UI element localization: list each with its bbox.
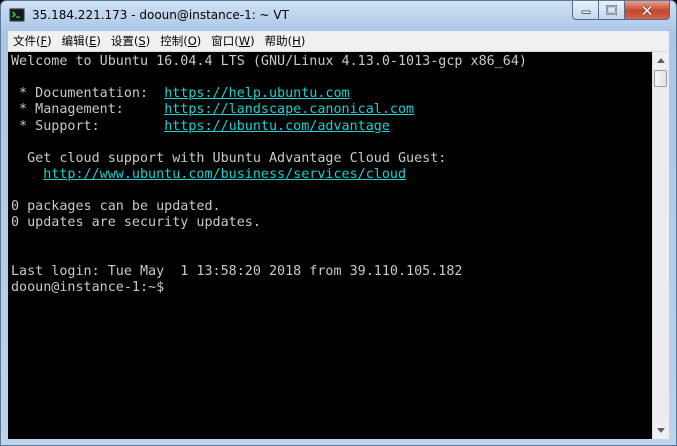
window-title: 35.184.221.173 - dooun@instance-1: ~ VT (32, 8, 289, 22)
close-icon (641, 4, 653, 16)
menu-edit-label: 编辑( (61, 34, 90, 48)
menu-file[interactable]: 文件(F) (8, 32, 57, 50)
menu-help-suffix: ) (300, 34, 306, 48)
scrollbar-thumb[interactable] (654, 70, 667, 87)
mgmt-label: * Management: (11, 102, 165, 118)
vertical-scrollbar[interactable] (652, 52, 669, 439)
menu-control-suffix: ) (196, 34, 202, 48)
window-controls (572, 1, 670, 21)
welcome-line: Welcome to Ubuntu 16.04.4 LTS (GNU/Linux… (11, 54, 527, 69)
menu-control[interactable]: 控制(O) (155, 32, 206, 50)
maximize-icon (606, 5, 617, 15)
cloud-link[interactable]: http://www.ubuntu.com/business/services/… (43, 167, 406, 182)
menu-edit-suffix: ) (96, 34, 101, 48)
maximize-button[interactable] (599, 1, 625, 20)
close-button[interactable] (625, 1, 670, 20)
menu-edit[interactable]: 编辑(E) (57, 32, 106, 50)
menu-help[interactable]: 帮助(H) (260, 32, 311, 50)
menu-window[interactable]: 窗口(W) (206, 32, 259, 50)
menu-control-key: O (187, 34, 197, 48)
menu-settings-label: 设置( (110, 34, 139, 48)
menu-bar: 文件(F) 编辑(E) 设置(S) 控制(O) 窗口(W) 帮助(H) (8, 31, 669, 52)
minimize-icon (581, 10, 590, 14)
menu-settings[interactable]: 设置(S) (106, 32, 155, 50)
prompt-line[interactable]: dooun@instance-1:~$ (11, 280, 652, 296)
arrow-down-icon (657, 428, 665, 433)
menu-settings-suffix: ) (145, 34, 151, 48)
menu-window-suffix: ) (250, 34, 255, 48)
menu-window-key: W (238, 34, 251, 48)
doc-link[interactable]: https://help.ubuntu.com (164, 86, 349, 101)
terminal-app-icon (9, 8, 25, 22)
scroll-down-button[interactable] (653, 422, 669, 439)
cloud-link-line: http://www.ubuntu.com/business/services/… (11, 167, 652, 183)
packages-line: 0 packages can be updated. (11, 199, 221, 215)
menu-control-label: 控制( (160, 34, 188, 48)
scroll-up-button[interactable] (653, 52, 669, 69)
support-line: * Support: https://ubuntu.com/advantage (11, 119, 652, 135)
menu-file-suffix: ) (47, 34, 52, 48)
arrow-up-icon (657, 58, 665, 63)
mgmt-link[interactable]: https://landscape.canonical.com (164, 102, 414, 117)
support-label: * Support: (11, 118, 165, 134)
cloud-text-line: Get cloud support with Ubuntu Advantage … (11, 150, 447, 166)
menu-help-key: H (292, 34, 301, 48)
doc-label: * Documentation: (11, 86, 165, 102)
terminal-window: 35.184.221.173 - dooun@instance-1: ~ VT … (0, 0, 677, 446)
last-login-line: Last login: Tue May 1 13:58:20 2018 from… (11, 263, 463, 279)
cloud-indent (11, 167, 43, 182)
support-link[interactable]: https://ubuntu.com/advantage (164, 119, 390, 134)
menu-settings-key: S (138, 34, 146, 48)
security-line: 0 updates are security updates. (11, 215, 261, 231)
menu-file-label: 文件( (13, 34, 41, 48)
minimize-button[interactable] (572, 1, 599, 20)
terminal-output[interactable]: Welcome to Ubuntu 16.04.4 LTS (GNU/Linux… (8, 52, 652, 439)
title-bar[interactable]: 35.184.221.173 - dooun@instance-1: ~ VT (1, 1, 676, 31)
mgmt-line: * Management: https://landscape.canonica… (11, 102, 652, 118)
menu-window-label: 窗口( (211, 34, 239, 48)
menu-help-label: 帮助( (264, 34, 293, 48)
doc-line: * Documentation: https://help.ubuntu.com (11, 86, 652, 102)
